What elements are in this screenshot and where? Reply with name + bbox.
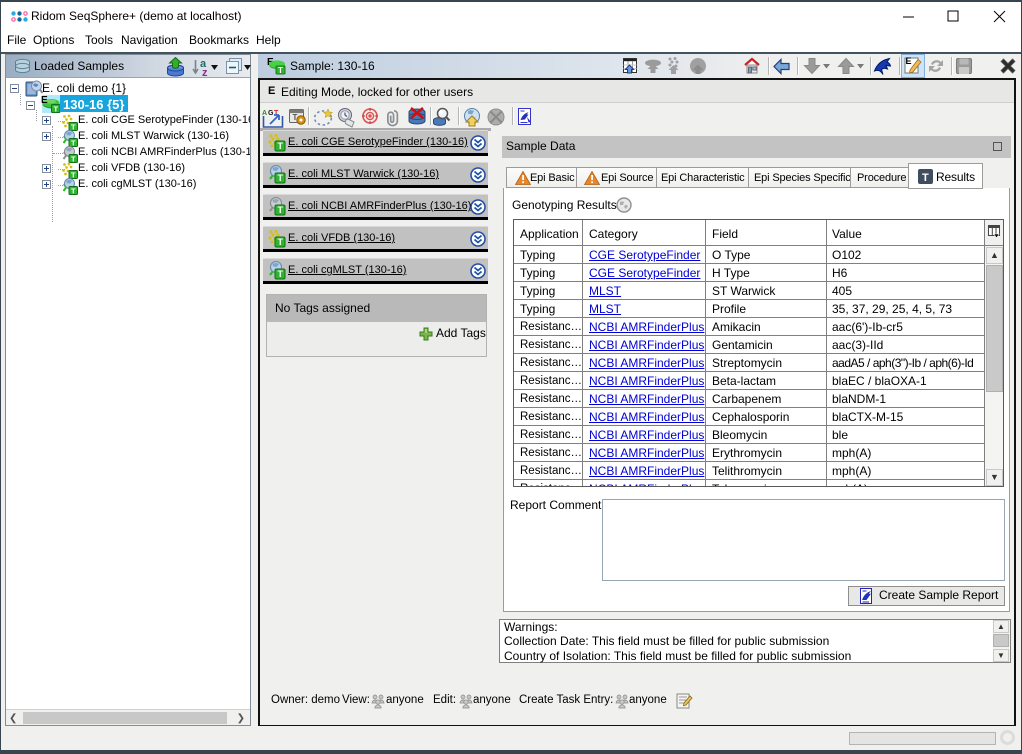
svg-text:T: T: [278, 269, 284, 279]
svg-text:A: A: [262, 110, 267, 117]
svg-text:T: T: [922, 172, 929, 184]
svg-text:z: z: [202, 67, 208, 77]
svg-text:T: T: [278, 141, 284, 151]
svg-text:T: T: [278, 173, 284, 183]
svg-text:T: T: [278, 205, 284, 215]
svg-text:E: E: [906, 56, 912, 66]
svg-text:E: E: [41, 95, 48, 106]
svg-text:T: T: [54, 104, 59, 113]
svg-text:T: T: [71, 187, 76, 196]
svg-text:T: T: [278, 237, 284, 247]
